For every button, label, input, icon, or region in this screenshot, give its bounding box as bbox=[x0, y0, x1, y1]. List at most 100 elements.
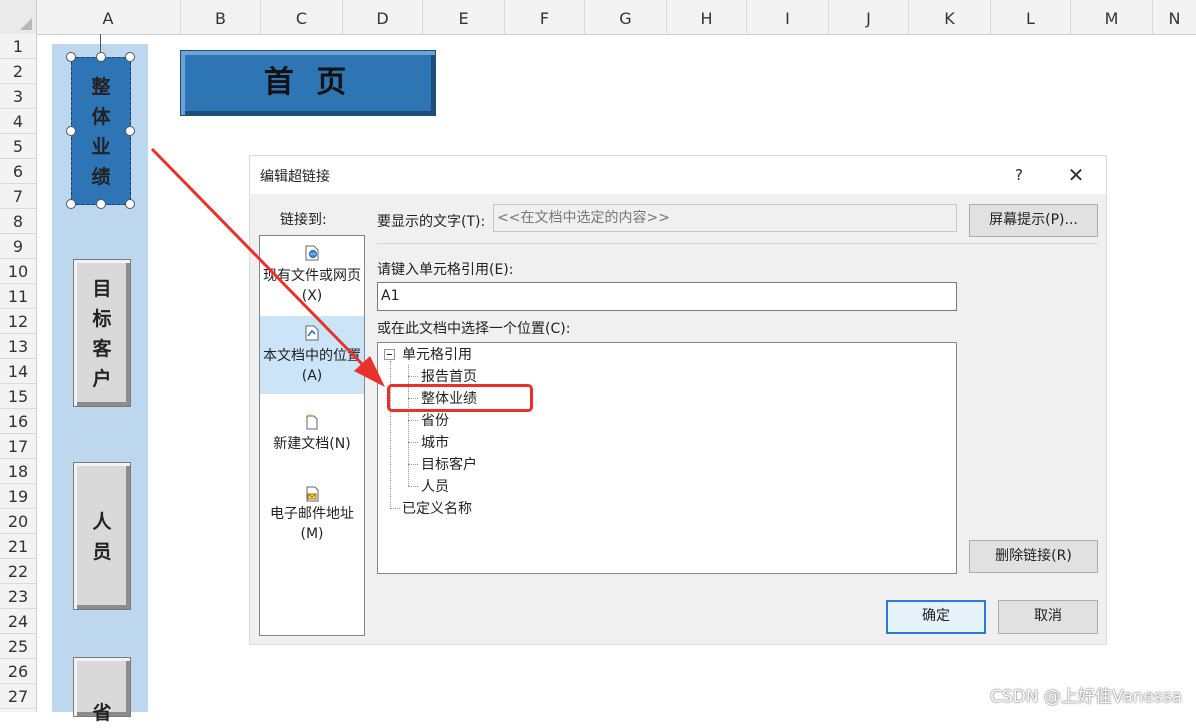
dialog-title: 编辑超链接 bbox=[260, 169, 330, 185]
row-header[interactable]: 5 bbox=[0, 134, 36, 159]
resize-handle[interactable] bbox=[66, 52, 76, 62]
row-header[interactable]: 17 bbox=[0, 434, 36, 459]
tree-node-target-customers[interactable]: 目标客户 bbox=[421, 455, 477, 475]
place-tree: 单元格引用 报告首页 整体业绩 省份 城市 目标客户 人员 已定义名称 bbox=[377, 342, 957, 574]
nav-button-char: 人 bbox=[92, 511, 112, 533]
column-header-l[interactable]: L bbox=[991, 0, 1071, 34]
column-header-g[interactable]: G bbox=[585, 0, 667, 34]
link-to-item-label: 新建文档(N) bbox=[273, 436, 351, 452]
column-header-e[interactable]: E bbox=[423, 0, 505, 34]
nav-button-char: 绩 bbox=[91, 166, 111, 188]
column-header-i[interactable]: I bbox=[747, 0, 829, 34]
home-button[interactable]: 首 页 bbox=[180, 50, 436, 116]
display-text-input[interactable]: <<在文档中选定的内容>> bbox=[493, 204, 957, 232]
resize-handle[interactable] bbox=[125, 52, 135, 62]
row-header[interactable]: 22 bbox=[0, 559, 36, 584]
column-header-d[interactable]: D bbox=[343, 0, 423, 34]
home-button-label: 首 页 bbox=[263, 65, 353, 100]
tree-line bbox=[390, 508, 400, 509]
column-header-j[interactable]: J bbox=[829, 0, 909, 34]
row-header[interactable]: 1 bbox=[0, 34, 36, 59]
nav-button-personnel[interactable]: 人 员 bbox=[73, 462, 131, 610]
column-header-m[interactable]: M bbox=[1071, 0, 1153, 34]
column-header-k[interactable]: K bbox=[909, 0, 991, 34]
resize-handle[interactable] bbox=[96, 199, 106, 209]
row-header[interactable]: 12 bbox=[0, 309, 36, 334]
resize-handle[interactable] bbox=[96, 52, 106, 62]
nav-button-char: 业 bbox=[91, 136, 111, 158]
select-all-triangle bbox=[20, 18, 32, 30]
row-header[interactable]: 18 bbox=[0, 459, 36, 484]
link-to-existing-file[interactable]: 现有文件或网页(X) bbox=[260, 236, 364, 314]
nav-button-overall-performance[interactable]: 整 体 业 绩 bbox=[71, 57, 131, 205]
row-header[interactable]: 24 bbox=[0, 609, 36, 634]
document-place-icon bbox=[305, 325, 319, 341]
tree-node-province[interactable]: 省份 bbox=[421, 411, 449, 431]
nav-button-char: 省 bbox=[92, 702, 112, 724]
row-header[interactable]: 4 bbox=[0, 109, 36, 134]
row-header[interactable]: 15 bbox=[0, 384, 36, 409]
row-header[interactable]: 21 bbox=[0, 534, 36, 559]
link-to-item-label: 现有文件或网页(X) bbox=[263, 268, 361, 304]
column-header-b[interactable]: B bbox=[181, 0, 261, 34]
tree-node-defined-names[interactable]: 已定义名称 bbox=[402, 499, 472, 519]
row-header[interactable]: 11 bbox=[0, 284, 36, 309]
resize-handle[interactable] bbox=[66, 126, 76, 136]
link-to-new-document[interactable]: 新建文档(N) bbox=[260, 396, 364, 474]
row-header[interactable]: 16 bbox=[0, 409, 36, 434]
link-to-label: 链接到: bbox=[280, 212, 327, 228]
row-header[interactable]: 13 bbox=[0, 334, 36, 359]
tree-node-personnel[interactable]: 人员 bbox=[421, 477, 449, 497]
link-to-item-label: 本文档中的位置(A) bbox=[263, 348, 361, 384]
row-header[interactable]: 10 bbox=[0, 259, 36, 284]
edit-hyperlink-dialog: 编辑超链接 ? ✕ 链接到: 现有文件或网页(X) 本文档中的位置(A) 新建文… bbox=[249, 155, 1107, 645]
row-header[interactable]: 19 bbox=[0, 484, 36, 509]
row-header[interactable]: 3 bbox=[0, 84, 36, 109]
tree-line bbox=[390, 361, 391, 507]
row-header[interactable]: 20 bbox=[0, 509, 36, 534]
tree-node-city[interactable]: 城市 bbox=[421, 433, 449, 453]
row-header[interactable]: 14 bbox=[0, 359, 36, 384]
nav-button-target-customers[interactable]: 目 标 客 户 bbox=[73, 259, 131, 407]
help-button[interactable]: ? bbox=[1008, 164, 1030, 186]
column-header-a[interactable]: A bbox=[36, 0, 181, 34]
close-icon[interactable]: ✕ bbox=[1062, 162, 1090, 188]
tree-line bbox=[408, 486, 418, 487]
row-header[interactable]: 9 bbox=[0, 234, 36, 259]
row-header[interactable]: 26 bbox=[0, 659, 36, 684]
resize-handle[interactable] bbox=[125, 126, 135, 136]
collapse-icon[interactable] bbox=[384, 349, 396, 361]
separator bbox=[377, 243, 1098, 244]
nav-button-char: 体 bbox=[91, 106, 111, 128]
row-header[interactable]: 23 bbox=[0, 584, 36, 609]
column-header-h[interactable]: H bbox=[667, 0, 747, 34]
resize-handle[interactable] bbox=[66, 199, 76, 209]
web-file-icon bbox=[305, 245, 319, 261]
row-header[interactable]: 7 bbox=[0, 184, 36, 209]
screen-tip-button[interactable]: 屏幕提示(P)... bbox=[969, 204, 1098, 237]
row-header[interactable]: 25 bbox=[0, 634, 36, 659]
row-header[interactable]: 2 bbox=[0, 59, 36, 84]
dialog-title-bar: 编辑超链接 ? ✕ bbox=[250, 156, 1106, 194]
watermark: CSDN @上好佳Vanessa bbox=[990, 687, 1182, 707]
column-header-c[interactable]: C bbox=[261, 0, 343, 34]
cell-reference-label: 请键入单元格引用(E): bbox=[377, 262, 514, 278]
tree-node-cell-reference[interactable]: 单元格引用 bbox=[402, 345, 472, 365]
ok-button[interactable]: 确定 bbox=[886, 600, 986, 634]
row-header[interactable]: 27 bbox=[0, 684, 36, 709]
cell-reference-input[interactable]: A1 bbox=[377, 282, 957, 311]
row-header-bar: 1 2 3 4 5 6 7 8 9 10 11 12 13 14 15 16 1… bbox=[0, 34, 37, 712]
row-header[interactable]: 8 bbox=[0, 209, 36, 234]
display-text-label: 要显示的文字(T): bbox=[377, 214, 486, 230]
link-to-email[interactable]: 电子邮件地址(M) bbox=[260, 476, 364, 556]
cancel-button[interactable]: 取消 bbox=[998, 600, 1098, 634]
column-header-f[interactable]: F bbox=[505, 0, 585, 34]
link-to-place-in-document[interactable]: 本文档中的位置(A) bbox=[260, 316, 364, 394]
resize-handle[interactable] bbox=[125, 199, 135, 209]
remove-link-button[interactable]: 删除链接(R) bbox=[969, 540, 1098, 573]
nav-button-char: 客 bbox=[92, 338, 112, 360]
column-header-n[interactable]: N bbox=[1153, 0, 1196, 34]
row-header[interactable]: 6 bbox=[0, 159, 36, 184]
nav-button-char: 整 bbox=[91, 76, 111, 98]
nav-button-province[interactable]: 省 bbox=[73, 657, 131, 724]
